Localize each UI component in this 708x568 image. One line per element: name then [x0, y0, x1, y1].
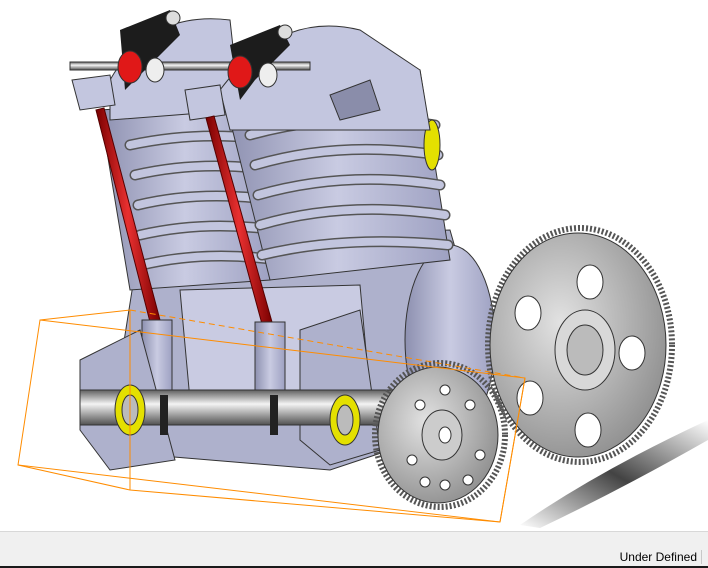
status-sketch-definition: Under Defined [620, 550, 702, 564]
status-bar: Under Defined [0, 547, 708, 566]
graphics-viewport[interactable] [0, 0, 708, 531]
graphics-area-bottom-strip [0, 531, 708, 548]
engine-model-3d[interactable] [0, 0, 708, 531]
large-gear[interactable] [485, 225, 675, 465]
